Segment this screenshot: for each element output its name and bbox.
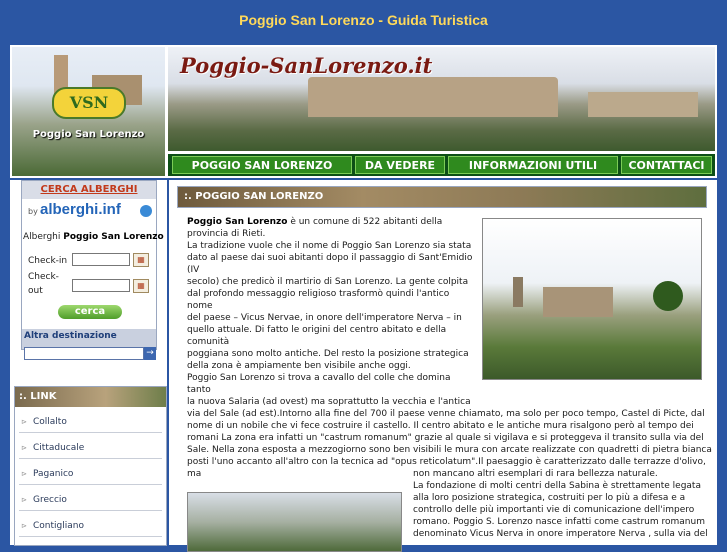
cerca-button[interactable]: cerca — [58, 305, 122, 319]
foundation-paragraph: non mancano altri esemplari di rara bell… — [413, 469, 708, 539]
header: VSN Poggio San Lorenzo Poggio-SanLorenzo… — [10, 45, 717, 178]
banner-title: Poggio-SanLorenzo.it — [180, 53, 433, 78]
link-item[interactable]: ⊳ Collalto — [19, 411, 162, 433]
link-item[interactable]: ⊳ Contigliano — [19, 515, 162, 537]
main-content: :. POGGIO SAN LORENZO Poggio San Lorenzo… — [169, 180, 717, 552]
castle-image — [543, 287, 613, 317]
checkin-input[interactable] — [72, 253, 130, 266]
calendar-icon[interactable]: ▦ — [133, 253, 149, 267]
go-arrow-icon[interactable]: → — [144, 347, 156, 360]
site-logo[interactable]: VSN Poggio San Lorenzo — [12, 47, 165, 176]
intro-paragraph: Poggio San Lorenzo è un comune di 522 ab… — [187, 217, 473, 407]
calendar-icon[interactable]: ▦ — [133, 279, 149, 293]
bullet-icon: ⊳ — [21, 522, 27, 530]
hotel-search-header[interactable]: CERCA ALBERGHI — [22, 181, 156, 199]
site-title: Poggio San Lorenzo - Guida Turistica — [239, 12, 488, 28]
bullet-icon: ⊳ — [21, 496, 27, 504]
landscape-photo — [187, 492, 402, 552]
alberghi-line: Alberghi Poggio San Lorenzo — [23, 232, 164, 242]
tower-image — [513, 277, 523, 307]
bullet-icon: ⊳ — [21, 444, 27, 452]
town-image — [308, 77, 558, 117]
nav-poggio-san-lorenzo[interactable]: POGGIO SAN LORENZO — [172, 156, 352, 174]
info-globe-icon — [140, 205, 152, 217]
bullet-icon: ⊳ — [21, 470, 27, 478]
left-sidebar: CERCA ALBERGHI by alberghi.inf Alberghi … — [10, 180, 167, 546]
hotel-search-widget: CERCA ALBERGHI by alberghi.inf Alberghi … — [21, 180, 164, 360]
other-destination-label: Altra destinazione — [24, 331, 117, 341]
links-header: :. LINK — [15, 387, 166, 407]
town-image-2 — [588, 92, 698, 117]
logo-badge: VSN — [52, 87, 126, 119]
checkout-input[interactable] — [72, 279, 130, 292]
hotel-search-body: by alberghi.inf Alberghi Poggio San Lore… — [22, 199, 164, 329]
link-item[interactable]: ⊳ Paganico — [19, 463, 162, 485]
nav-informazioni-utili[interactable]: INFORMAZIONI UTILI — [448, 156, 618, 174]
alberghi-logo[interactable]: alberghi.inf — [40, 201, 121, 218]
link-item[interactable]: ⊳ Cittaducale — [19, 437, 162, 459]
checkout-label-2: out — [28, 286, 43, 296]
by-label: by — [28, 207, 38, 216]
village-photo — [482, 218, 702, 380]
links-box: :. LINK ⊳ Collalto ⊳ Cittaducale ⊳ Paganico… — [14, 386, 167, 546]
nav-da-vedere[interactable]: DA VEDERE — [355, 156, 445, 174]
banner-image: Poggio-SanLorenzo.it — [168, 47, 715, 151]
tree-image — [653, 281, 683, 311]
checkout-label-1: Check- — [28, 272, 59, 282]
logo-caption: Poggio San Lorenzo — [32, 129, 145, 140]
main-nav: POGGIO SAN LORENZO DA VEDERE INFORMAZION… — [168, 154, 715, 176]
other-destination-input[interactable] — [24, 347, 144, 360]
bullet-icon: ⊳ — [21, 418, 27, 426]
checkin-label: Check-in — [28, 256, 68, 266]
nav-contattaci[interactable]: CONTATTACI — [621, 156, 712, 174]
section-header: :. POGGIO SAN LORENZO — [177, 186, 707, 208]
other-destination: Altra destinazione — [22, 329, 156, 349]
link-item[interactable]: ⊳ Greccio — [19, 489, 162, 511]
